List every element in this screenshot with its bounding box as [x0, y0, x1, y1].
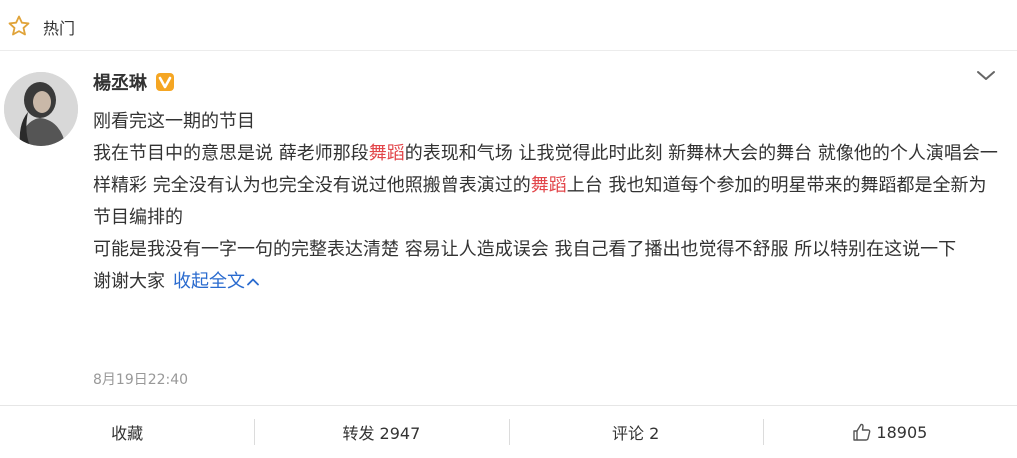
collapse-link[interactable]: 收起全文: [173, 271, 261, 292]
like-button[interactable]: 18905: [762, 406, 1017, 458]
post-paragraph-2: 我在节目中的意思是说 薛老师那段舞蹈的表现和气场 让我觉得此时此刻 新舞林大会的…: [93, 138, 998, 234]
highlight-keyword[interactable]: 舞蹈: [531, 175, 567, 196]
comment-button[interactable]: 评论 2: [508, 406, 763, 458]
like-count: 18905: [876, 422, 928, 442]
post-timestamp[interactable]: 8月19日22:40: [93, 369, 188, 389]
repost-label: 转发 2947: [342, 424, 421, 443]
avatar[interactable]: [4, 72, 78, 146]
author-name[interactable]: 楊丞琳: [93, 69, 147, 95]
star-outline-icon[interactable]: [7, 14, 31, 38]
repost-button[interactable]: 转发 2947: [254, 406, 508, 458]
post-content: 刚看完这一期的节目 我在节目中的意思是说 薛老师那段舞蹈的表现和气场 让我觉得此…: [93, 106, 998, 298]
author-row: 楊丞琳: [93, 69, 175, 95]
thumbs-up-icon: [853, 423, 871, 441]
favorite-label: 收藏: [111, 424, 144, 443]
chevron-up-icon: [247, 278, 259, 286]
closing-text: 谢谢大家: [93, 271, 165, 292]
collapse-label: 收起全文: [173, 271, 245, 292]
chevron-down-icon[interactable]: [975, 66, 997, 86]
favorite-button[interactable]: 收藏: [0, 406, 254, 458]
top-bar: 热门: [0, 0, 1017, 51]
post-paragraph-3: 可能是我没有一字一句的完整表达清楚 容易让人造成误会 我自己看了播出也觉得不舒服…: [93, 239, 957, 260]
action-bar: 收藏 转发 2947 评论 2 18905: [0, 405, 1017, 458]
post-paragraph-4: 谢谢大家 收起全文: [93, 266, 998, 298]
post-line-1: 刚看完这一期的节目: [93, 111, 255, 132]
text-segment: 我在节目中的意思是说 薛老师那段: [93, 143, 369, 164]
highlight-keyword[interactable]: 舞蹈: [369, 143, 405, 164]
verified-badge-icon: [156, 73, 174, 91]
hot-label[interactable]: 热门: [43, 15, 75, 39]
comment-label: 评论 2: [611, 424, 660, 443]
